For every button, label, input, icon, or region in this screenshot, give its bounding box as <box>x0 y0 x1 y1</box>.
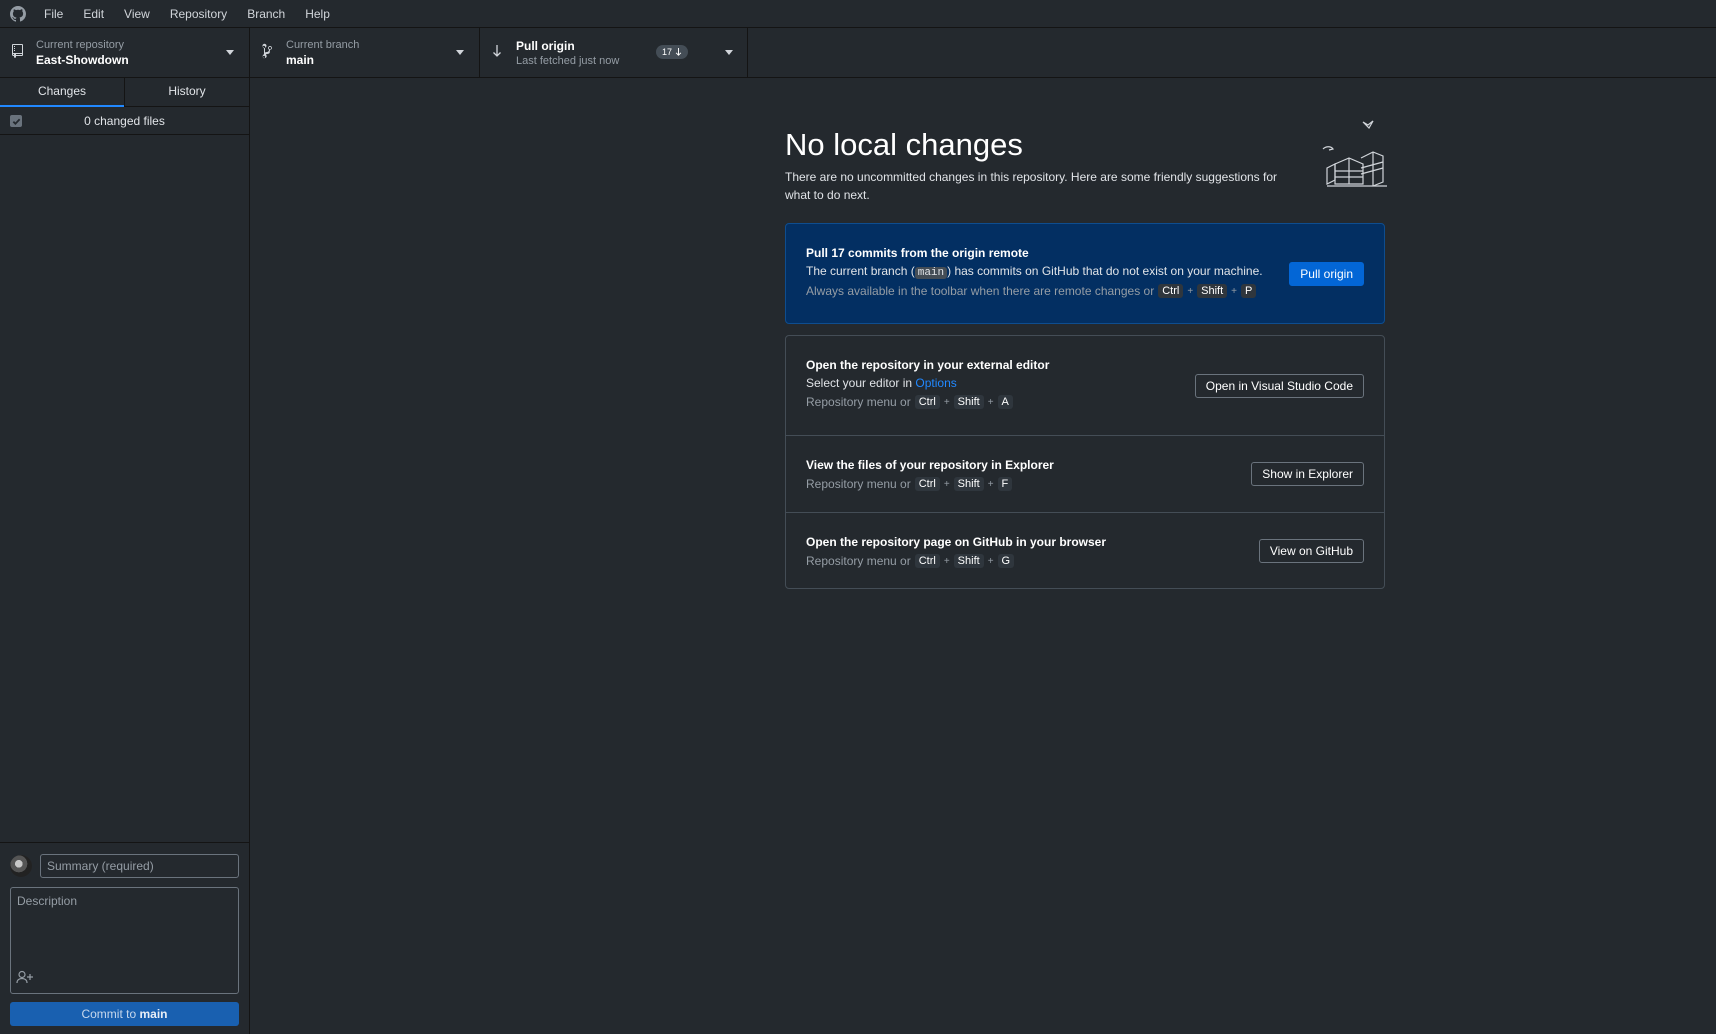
pull-options-dropdown[interactable] <box>712 28 748 77</box>
menubar: File Edit View Repository Branch Help <box>0 0 1716 28</box>
view-on-github-suggestion: Open the repository page on GitHub in yo… <box>786 513 1384 588</box>
arrow-down-icon <box>491 43 503 62</box>
sidebar: Changes History 0 changed files Commit t… <box>0 78 250 1034</box>
pull-suggestion-title: Pull 17 commits from the origin remote <box>806 246 1029 260</box>
kbd-ctrl: Ctrl <box>1158 284 1184 298</box>
empty-state-illustration <box>1322 120 1387 187</box>
changed-files-count: 0 changed files <box>84 113 165 128</box>
add-coauthor-icon[interactable] <box>16 970 34 987</box>
pull-desc-before: The current branch ( <box>806 264 915 278</box>
menu-file[interactable]: File <box>36 0 73 28</box>
kbd-p: P <box>1241 284 1257 298</box>
avatar <box>10 855 32 877</box>
current-repository-name: East-Showdown <box>36 53 129 67</box>
github-logo-icon <box>0 0 36 28</box>
commit-button[interactable]: Commit to main <box>10 1002 239 1026</box>
pull-shortcut-hint: Always available in the toolbar when the… <box>806 284 1364 298</box>
kbd-ctrl: Ctrl <box>914 477 940 491</box>
menu-edit[interactable]: Edit <box>73 0 114 28</box>
sidebar-tabs: Changes History <box>0 78 249 107</box>
kbd-shift: Shift <box>953 554 984 568</box>
open-editor-suggestion: Open the repository in your external edi… <box>786 336 1384 436</box>
tab-history[interactable]: History <box>125 78 249 106</box>
current-repository-label: Current repository <box>36 39 125 51</box>
select-all-checkbox[interactable] <box>10 115 22 127</box>
toolbar: Current repository East-Showdown Current… <box>0 28 1716 78</box>
options-link[interactable]: Options <box>915 376 956 390</box>
show-in-explorer-button[interactable]: Show in Explorer <box>1251 462 1364 486</box>
kbd-f: F <box>997 477 1013 491</box>
tab-changes[interactable]: Changes <box>0 78 125 107</box>
branch-name-code: main <box>914 267 948 279</box>
arrow-down-icon <box>675 48 682 56</box>
kbd-g: G <box>997 554 1015 568</box>
plus-icon: + <box>943 396 950 408</box>
open-editor-desc-text: Select your editor in <box>806 376 913 390</box>
no-changes-header: No local changes There are no uncommitte… <box>785 126 1385 204</box>
changed-files-header: 0 changed files <box>0 107 249 135</box>
suggestions-card: Open the repository in your external edi… <box>785 335 1385 589</box>
git-branch-icon <box>261 43 273 62</box>
kbd-shift: Shift <box>953 395 984 409</box>
chevron-down-icon <box>456 50 464 55</box>
chevron-down-icon <box>226 50 234 55</box>
pull-count-badge: 17 <box>656 45 689 59</box>
plus-icon: + <box>1187 285 1194 297</box>
plus-icon: + <box>943 555 950 567</box>
pull-origin-action-button[interactable]: Pull origin <box>1289 262 1364 286</box>
plus-icon: + <box>987 478 994 490</box>
description-box <box>10 887 239 994</box>
menu-branch[interactable]: Branch <box>237 0 295 28</box>
current-repository-button[interactable]: Current repository East-Showdown <box>0 28 250 77</box>
view-on-github-button[interactable]: View on GitHub <box>1258 539 1364 563</box>
kbd-ctrl: Ctrl <box>914 554 940 568</box>
pull-hint-text: Always available in the toolbar when the… <box>806 284 1155 298</box>
current-branch-name: main <box>286 53 315 67</box>
kbd-a: A <box>997 395 1013 409</box>
kbd-ctrl: Ctrl <box>914 395 940 409</box>
repo-icon <box>11 43 25 62</box>
plus-icon: + <box>1231 285 1238 297</box>
pull-suggestion-card: Pull 17 commits from the origin remote T… <box>785 223 1385 324</box>
kbd-shift: Shift <box>1197 284 1228 298</box>
pull-suggestion-description: The current branch (main) has commits on… <box>806 264 1364 279</box>
menu-repository[interactable]: Repository <box>160 0 237 28</box>
current-branch-button[interactable]: Current branch main <box>250 28 480 77</box>
commit-button-prefix: Commit to <box>81 1007 137 1021</box>
commit-button-branch: main <box>139 1007 168 1021</box>
pull-suggestion: Pull 17 commits from the origin remote T… <box>786 224 1384 323</box>
summary-input[interactable] <box>40 854 239 878</box>
show-in-explorer-suggestion: View the files of your repository in Exp… <box>786 436 1384 513</box>
main-panel: No local changes There are no uncommitte… <box>250 78 1716 1034</box>
pull-origin-button[interactable]: Pull origin Last fetched just now 17 <box>480 28 712 77</box>
plus-icon: + <box>987 555 994 567</box>
plus-icon: + <box>987 396 994 408</box>
commit-message-area: Commit to main <box>0 842 249 1034</box>
pull-desc-after: ) has commits on GitHub that do not exis… <box>947 264 1263 278</box>
chevron-down-icon <box>725 50 733 55</box>
current-branch-label: Current branch <box>286 39 360 51</box>
menu-help[interactable]: Help <box>295 0 340 28</box>
open-editor-title: Open the repository in your external edi… <box>806 358 1050 372</box>
kbd-shift: Shift <box>953 477 984 491</box>
last-fetched-label: Last fetched just now <box>516 55 620 67</box>
view-on-github-hint-text: Repository menu or <box>806 554 911 568</box>
pull-count: 17 <box>662 47 673 57</box>
menu-view[interactable]: View <box>114 0 160 28</box>
pull-origin-label: Pull origin <box>516 39 575 53</box>
open-editor-hint-text: Repository menu or <box>806 395 911 409</box>
plus-icon: + <box>943 478 950 490</box>
page-description: There are no uncommitted changes in this… <box>785 170 1278 202</box>
show-in-explorer-hint-text: Repository menu or <box>806 477 911 491</box>
open-in-vscode-button[interactable]: Open in Visual Studio Code <box>1194 374 1364 398</box>
page-title: No local changes <box>785 127 1023 162</box>
description-input[interactable] <box>11 888 238 958</box>
check-icon <box>12 118 20 125</box>
